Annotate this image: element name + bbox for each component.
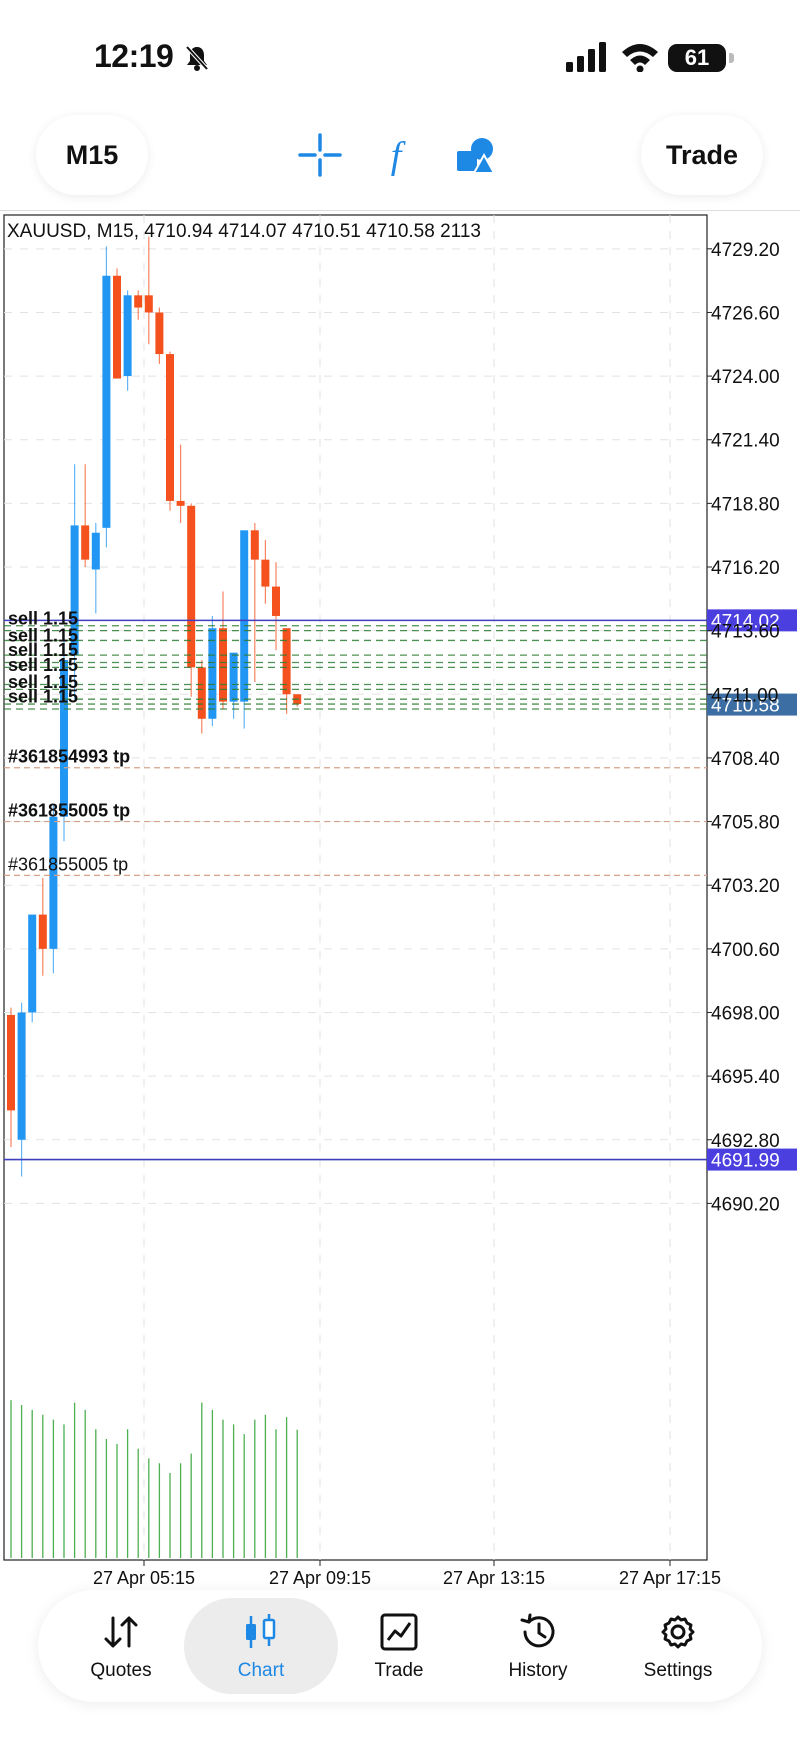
bull-candle-body <box>49 816 58 949</box>
candlestick-chart-icon <box>246 1614 276 1648</box>
svg-text:f: f <box>391 135 406 177</box>
timeframe-button[interactable]: M15 <box>36 115 148 195</box>
bear-candle-body <box>144 295 153 313</box>
bottom-navigation: Quotes Chart Trade History Settings <box>38 1590 762 1702</box>
bull-candle-body <box>91 532 100 570</box>
price-tick-label: 4721.40 <box>711 431 780 452</box>
sell-order-label: sell 1.15 <box>8 687 78 707</box>
nav-settings[interactable]: Settings <box>608 1590 748 1702</box>
bear-candle-body <box>81 525 90 560</box>
bear-candle-body <box>272 586 280 616</box>
crosshair-icon[interactable] <box>298 133 342 177</box>
nav-quotes[interactable]: Quotes <box>51 1590 191 1702</box>
nav-chart-label: Chart <box>237 1660 285 1681</box>
tp-level-label: #361855005 tp <box>8 801 130 821</box>
nav-history[interactable]: History <box>468 1590 608 1702</box>
silent-bell-icon <box>185 45 209 71</box>
quotes-arrows-icon <box>104 1616 138 1648</box>
price-tick-label: 4708.40 <box>711 749 780 770</box>
bear-candle-body <box>166 354 174 501</box>
price-chart[interactable]: 4714.024691.99sell 1.15sell 1.15sell 1.1… <box>0 212 800 1592</box>
wifi-icon <box>622 44 658 72</box>
nav-trade[interactable]: Trade <box>329 1590 469 1702</box>
price-tick-label: 4705.80 <box>711 813 780 834</box>
bull-candle-body <box>28 914 37 1013</box>
tp-level-label: #361855005 tp <box>8 854 128 874</box>
settings-gear-icon <box>661 1615 695 1649</box>
trade-line-chart-icon <box>380 1613 418 1651</box>
price-tick-label: 4703.20 <box>711 876 780 897</box>
nav-quotes-label: Quotes <box>90 1660 152 1681</box>
price-tick-label: 4700.60 <box>711 940 780 961</box>
bull-candle-body <box>240 530 249 702</box>
bear-candle-body <box>38 914 47 949</box>
indicators-function-icon[interactable]: f <box>374 133 418 177</box>
bear-candle-body <box>250 530 259 560</box>
trade-button[interactable]: Trade <box>641 115 763 195</box>
bull-candle-body <box>17 1012 26 1140</box>
price-tick-label: 4692.80 <box>711 1131 780 1152</box>
bear-candle-body <box>187 505 196 668</box>
price-axis: 4729.20 4726.60 4724.00 4721.40 4718.80 4716.… <box>707 240 780 1215</box>
bear-candle-body <box>219 628 227 702</box>
status-bar: 12:19 61 <box>0 0 800 110</box>
price-tick-label: 4729.20 <box>711 240 780 261</box>
bear-candle-body <box>197 667 206 719</box>
price-tick-label: 4724.00 <box>711 367 780 388</box>
price-tick-label: 4718.80 <box>711 494 780 515</box>
price-tick-label: 4698.00 <box>711 1003 780 1024</box>
price-tick-label: 4695.40 <box>711 1067 780 1088</box>
time-axis: 27 Apr 05:15 27 Apr 09:15 27 Apr 13:15 27 A… <box>93 1560 721 1588</box>
bear-candle-body <box>261 559 270 587</box>
status-time: 12:19 <box>94 38 174 74</box>
price-tick-label: 4711.00 <box>711 685 778 706</box>
history-clock-icon <box>520 1613 555 1648</box>
battery-level: 61 <box>668 44 726 72</box>
bull-candle-body <box>123 295 132 377</box>
price-tick-label: 4726.60 <box>711 303 780 324</box>
bear-candle-body <box>155 312 164 355</box>
bear-candle-body <box>113 275 121 379</box>
objects-shapes-icon[interactable] <box>454 133 498 177</box>
price-tick-label: 4713.60 <box>711 622 780 643</box>
price-tick-label: 4690.20 <box>711 1194 780 1215</box>
chart-header: XAUUSD, M15, 4710.94 4714.07 4710.51 471… <box>7 221 481 242</box>
bull-candle-body <box>229 652 238 702</box>
bear-candle-body <box>7 1014 15 1111</box>
cellular-signal-icon <box>566 42 606 72</box>
chart-toolbar: M15 f Trade <box>0 105 800 211</box>
bull-candle-body <box>208 628 217 719</box>
nav-trade-label: Trade <box>374 1660 424 1681</box>
bull-candle-body <box>102 275 111 528</box>
nav-chart[interactable]: Chart <box>191 1590 331 1702</box>
time-tick-label: 27 Apr 13:15 <box>443 1568 545 1588</box>
lower-price-tag-label: 4691.99 <box>711 1151 780 1172</box>
time-tick-label: 27 Apr 17:15 <box>619 1568 721 1588</box>
battery-cap-icon <box>729 53 734 63</box>
time-tick-label: 27 Apr 05:15 <box>93 1568 195 1588</box>
tp-level-label: #361854993 tp <box>8 747 130 767</box>
nav-history-label: History <box>508 1660 568 1681</box>
price-tick-label: 4716.20 <box>711 558 780 579</box>
nav-settings-label: Settings <box>643 1660 713 1681</box>
bear-candle-body <box>176 500 185 506</box>
time-tick-label: 27 Apr 09:15 <box>269 1568 371 1588</box>
bear-candle-body <box>134 295 143 308</box>
